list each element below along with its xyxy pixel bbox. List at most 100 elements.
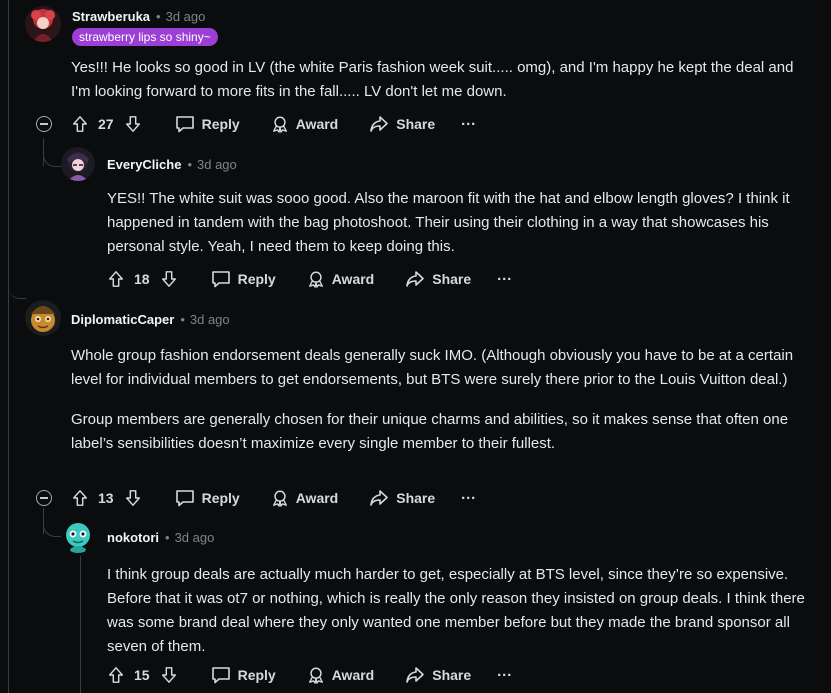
comment-paragraph: YES!! The white suit was sooo good. Also… (107, 190, 790, 255)
upvote-button[interactable] (71, 115, 89, 133)
comment-paragraph: Whole group fashion endorsement deals ge… (71, 347, 794, 388)
downvote-button[interactable] (160, 666, 178, 684)
downvote-button[interactable] (160, 270, 178, 288)
award-button[interactable]: Award (271, 115, 339, 133)
avatar[interactable] (25, 300, 61, 336)
upvote-icon (108, 667, 124, 683)
reply-button[interactable]: Reply (211, 666, 276, 684)
downvote-button[interactable] (124, 489, 142, 507)
vote-score: 15 (134, 667, 150, 683)
separator-dot: • (156, 9, 161, 24)
downvote-icon (125, 116, 140, 132)
comment-meta: Strawberuka • 3d ago (72, 8, 205, 26)
upvote-icon (72, 116, 88, 132)
share-icon (406, 667, 425, 683)
more-icon: ··· (497, 666, 513, 684)
more-options-button[interactable]: ··· (497, 667, 512, 684)
more-icon: ··· (497, 270, 513, 288)
timestamp[interactable]: 3d ago (190, 311, 230, 329)
comment-meta: EveryCliche • 3d ago (107, 156, 237, 174)
reply-icon (175, 116, 194, 133)
reply-label: Reply (237, 271, 276, 287)
comment-paragraph: I think group deals are actually much ha… (107, 566, 805, 655)
award-button[interactable]: Award (307, 270, 375, 288)
award-icon (308, 667, 323, 684)
thread-connector (43, 518, 62, 537)
award-button[interactable]: Award (307, 666, 375, 684)
separator-dot: • (187, 157, 192, 172)
username[interactable]: Strawberuka (72, 8, 150, 26)
award-icon (272, 490, 287, 507)
comment-actions: 13 Reply Award Share ··· (71, 486, 476, 510)
username[interactable]: EveryCliche (107, 156, 181, 174)
reply-button[interactable]: Reply (175, 115, 240, 133)
avatar[interactable] (61, 519, 95, 553)
upvote-icon (72, 490, 88, 506)
share-button[interactable]: Share (405, 270, 471, 288)
thread-line[interactable] (80, 556, 81, 693)
reply-label: Reply (201, 116, 240, 132)
timestamp[interactable]: 3d ago (166, 8, 206, 26)
reply-icon (211, 667, 230, 684)
more-options-button[interactable]: ··· (461, 116, 476, 133)
reply-icon (175, 490, 194, 507)
comment-actions: 27 Reply Award Share ··· (71, 112, 476, 136)
share-button[interactable]: Share (405, 666, 471, 684)
comment-actions: 18 Reply Award Share ··· (107, 267, 512, 291)
reply-button[interactable]: Reply (175, 489, 240, 507)
share-label: Share (396, 490, 436, 506)
comment-meta: DiplomaticCaper • 3d ago (71, 311, 230, 329)
share-button[interactable]: Share (369, 115, 435, 133)
upvote-button[interactable] (107, 270, 125, 288)
upvote-button[interactable] (107, 666, 125, 684)
more-options-button[interactable]: ··· (497, 271, 512, 288)
avatar[interactable] (25, 6, 61, 42)
upvote-icon (108, 271, 124, 287)
timestamp[interactable]: 3d ago (175, 529, 215, 547)
user-flair: strawberry lips so shiny~ (72, 28, 218, 46)
award-icon (308, 271, 323, 288)
username[interactable]: DiplomaticCaper (71, 311, 174, 329)
share-label: Share (396, 116, 436, 132)
comment-meta: nokotori • 3d ago (107, 529, 214, 547)
award-label: Award (331, 271, 375, 287)
award-label: Award (295, 490, 339, 506)
comment-body: Whole group fashion endorsement deals ge… (71, 344, 801, 456)
thread-line[interactable] (8, 0, 9, 300)
collapse-icon[interactable] (36, 116, 52, 132)
share-label: Share (432, 667, 472, 683)
reply-label: Reply (201, 490, 240, 506)
thread-connector (8, 276, 26, 299)
downvote-button[interactable] (124, 115, 142, 133)
downvote-icon (125, 490, 140, 506)
comment-body: Yes!!! He looks so good in LV (the white… (71, 56, 801, 104)
more-options-button[interactable]: ··· (461, 490, 476, 507)
comment-paragraph: Group members are generally chosen for t… (71, 411, 789, 452)
vote-score: 18 (134, 271, 150, 287)
thread-connector (43, 150, 62, 167)
comment-body: YES!! The white suit was sooo good. Also… (107, 187, 797, 259)
thread-line[interactable] (8, 300, 9, 693)
award-button[interactable]: Award (271, 489, 339, 507)
share-label: Share (432, 271, 472, 287)
separator-dot: • (180, 312, 185, 327)
award-label: Award (295, 116, 339, 132)
avatar[interactable] (61, 147, 95, 181)
award-label: Award (331, 667, 375, 683)
more-icon: ··· (461, 115, 477, 133)
upvote-button[interactable] (71, 489, 89, 507)
share-button[interactable]: Share (369, 489, 435, 507)
downvote-icon (161, 271, 176, 287)
timestamp[interactable]: 3d ago (197, 156, 237, 174)
vote-score: 13 (98, 490, 114, 506)
share-icon (370, 490, 389, 506)
separator-dot: • (165, 530, 170, 545)
comment-paragraph: Yes!!! He looks so good in LV (the white… (71, 59, 794, 100)
username[interactable]: nokotori (107, 529, 159, 547)
collapse-icon[interactable] (36, 490, 52, 506)
comment-body: I think group deals are actually much ha… (107, 563, 812, 659)
share-icon (370, 116, 389, 132)
share-icon (406, 271, 425, 287)
reply-button[interactable]: Reply (211, 270, 276, 288)
comment-actions: 15 Reply Award Share ··· (107, 663, 512, 687)
